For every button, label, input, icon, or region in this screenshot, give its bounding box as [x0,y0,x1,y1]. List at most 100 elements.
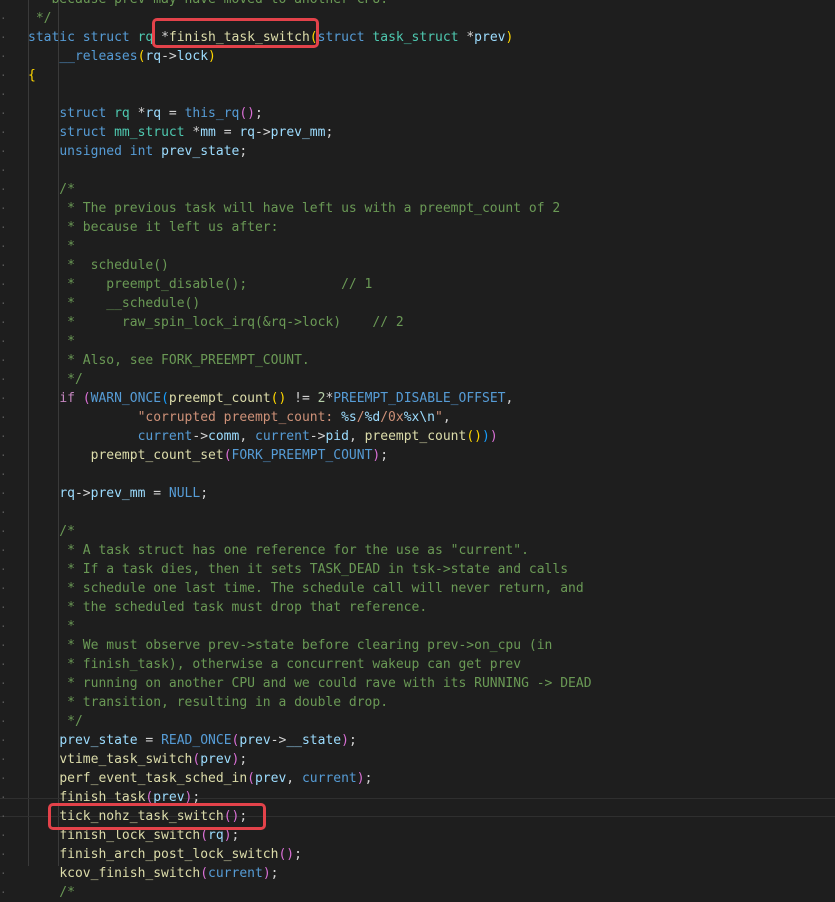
code-token: PREEMPT_DISABLE_OFFSET [333,391,506,406]
code-token: NULL [168,486,201,501]
code-line[interactable]: · * [0,617,835,636]
code-token: () [278,847,295,862]
code-line[interactable]: · /* [0,883,835,902]
code-line[interactable]: · [0,161,835,180]
gutter-marker: · [0,240,7,253]
code-line[interactable]: · __releases(rq->lock) [0,47,835,66]
code-line[interactable]: · if (WARN_ONCE(preempt_count() != 2*PRE… [0,389,835,408]
code-token: / [356,410,365,425]
code-line[interactable]: · * We must observe prev->state before c… [0,636,835,655]
gutter-marker: · [0,753,7,766]
code-line[interactable]: · * __schedule() [0,294,835,313]
gutter-marker: · [0,221,7,234]
code-line[interactable]: · * the scheduled task must drop that re… [0,598,835,617]
code-token: = [137,733,162,748]
gutter-marker: · [0,278,7,291]
code-line[interactable]: · * A task struct has one reference for … [0,541,835,560]
code-token: rq [137,30,154,45]
code-editor[interactable]: · * because prev may have moved to anoth… [0,0,835,902]
code-line[interactable]: · */ [0,712,835,731]
code-line[interactable]: · finish_arch_post_lock_switch(); [0,845,835,864]
code-token: * The previous task will have left us wi… [28,201,561,216]
code-lines[interactable]: · * because prev may have moved to anoth… [0,0,835,902]
code-line[interactable]: · * because it left us after: [0,218,835,237]
code-token: ; [231,828,240,843]
code-line[interactable]: · * because prev may have moved to anoth… [0,0,835,9]
code-line[interactable]: · * [0,237,835,256]
code-text: * preempt_disable(); // 1 [28,275,372,294]
code-text: perf_event_task_sched_in(prev, current); [28,769,372,788]
code-line[interactable]: · * The previous task will have left us … [0,199,835,218]
code-line[interactable]: · "corrupted preempt_count: %s/%d/0x%x\n… [0,408,835,427]
code-line[interactable]: ·{ [0,66,835,85]
highlight-box-finish-task-switch [152,18,319,48]
gutter-marker: · [0,601,7,614]
code-token: %s [341,410,357,425]
code-text: * [28,332,75,351]
code-line[interactable]: · perf_event_task_sched_in(prev, current… [0,769,835,788]
code-line[interactable]: · vtime_task_switch(prev); [0,750,835,769]
code-line[interactable]: · * schedule one last time. The schedule… [0,579,835,598]
gutter-marker: · [0,88,7,101]
code-token: __state [286,733,342,748]
code-line[interactable]: · struct rq *rq = this_rq(); [0,104,835,123]
code-line[interactable]: · [0,465,835,484]
code-token: struct [59,125,107,140]
code-line[interactable]: · unsigned int prev_state; [0,142,835,161]
code-token: ( [161,391,169,406]
code-token: * [458,30,475,45]
code-token: mm [200,125,216,140]
code-line[interactable]: · [0,503,835,522]
code-token: lock [176,49,209,64]
code-token: ) [223,828,232,843]
code-token: * because prev may have moved to another… [28,0,388,7]
code-token: \n [419,410,436,425]
code-line[interactable]: · * preempt_disable(); // 1 [0,275,835,294]
code-line[interactable]: · struct mm_struct *mm = rq->prev_mm; [0,123,835,142]
gutter-marker: · [0,31,7,44]
code-line[interactable]: · prev_state = READ_ONCE(prev->__state); [0,731,835,750]
code-line[interactable]: · * If a task dies, then it sets TASK_DE… [0,560,835,579]
code-line[interactable]: · static struct rq *finish_task_switch(st… [0,28,835,47]
code-text: /* [28,522,75,541]
code-line[interactable]: · kcov_finish_switch(current); [0,864,835,883]
code-text: * raw_spin_lock_irq(&rq->lock) // 2 [28,313,404,332]
code-line[interactable]: · * transition, resulting in a double dr… [0,693,835,712]
code-token: pid [325,429,349,444]
code-line[interactable]: · /* [0,522,835,541]
gutter-marker: · [0,487,7,500]
code-token: finish_lock_switch [59,828,201,843]
code-token: preempt_count_set [90,448,224,463]
code-line[interactable]: · * [0,332,835,351]
code-token: READ_ONCE [161,733,232,748]
code-line[interactable]: · * schedule() [0,256,835,275]
gutter-marker: · [0,335,7,348]
code-token: , [505,391,514,406]
code-token: current [255,429,310,444]
code-token: " [435,410,443,425]
code-line[interactable]: · * raw_spin_lock_irq(&rq->lock) // 2 [0,313,835,332]
code-token: "corrupted preempt_count: [137,410,342,425]
code-token: struct [317,30,365,45]
code-line[interactable]: · rq->prev_mm = NULL; [0,484,835,503]
code-token: () [466,429,482,444]
code-token: kcov_finish_switch [59,866,201,881]
code-line[interactable]: · * finish_task), otherwise a concurrent… [0,655,835,674]
code-line[interactable]: · */ [0,9,835,28]
code-token: * [184,125,201,140]
code-token: * We must observe prev->state before cle… [28,638,553,653]
code-line[interactable]: · current->comm, current->pid, preempt_c… [0,427,835,446]
code-line[interactable]: · preempt_count_set(FORK_PREEMPT_COUNT); [0,446,835,465]
code-line[interactable]: · [0,85,835,104]
code-line[interactable]: · */ [0,370,835,389]
code-text: current->comm, current->pid, preempt_cou… [28,427,498,446]
code-token: -> [192,429,209,444]
code-line[interactable]: · /* [0,180,835,199]
code-line[interactable]: · * Also, see FORK_PREEMPT_COUNT. [0,351,835,370]
code-line[interactable]: · * running on another CPU and we could … [0,674,835,693]
code-token: unsigned [59,144,122,159]
